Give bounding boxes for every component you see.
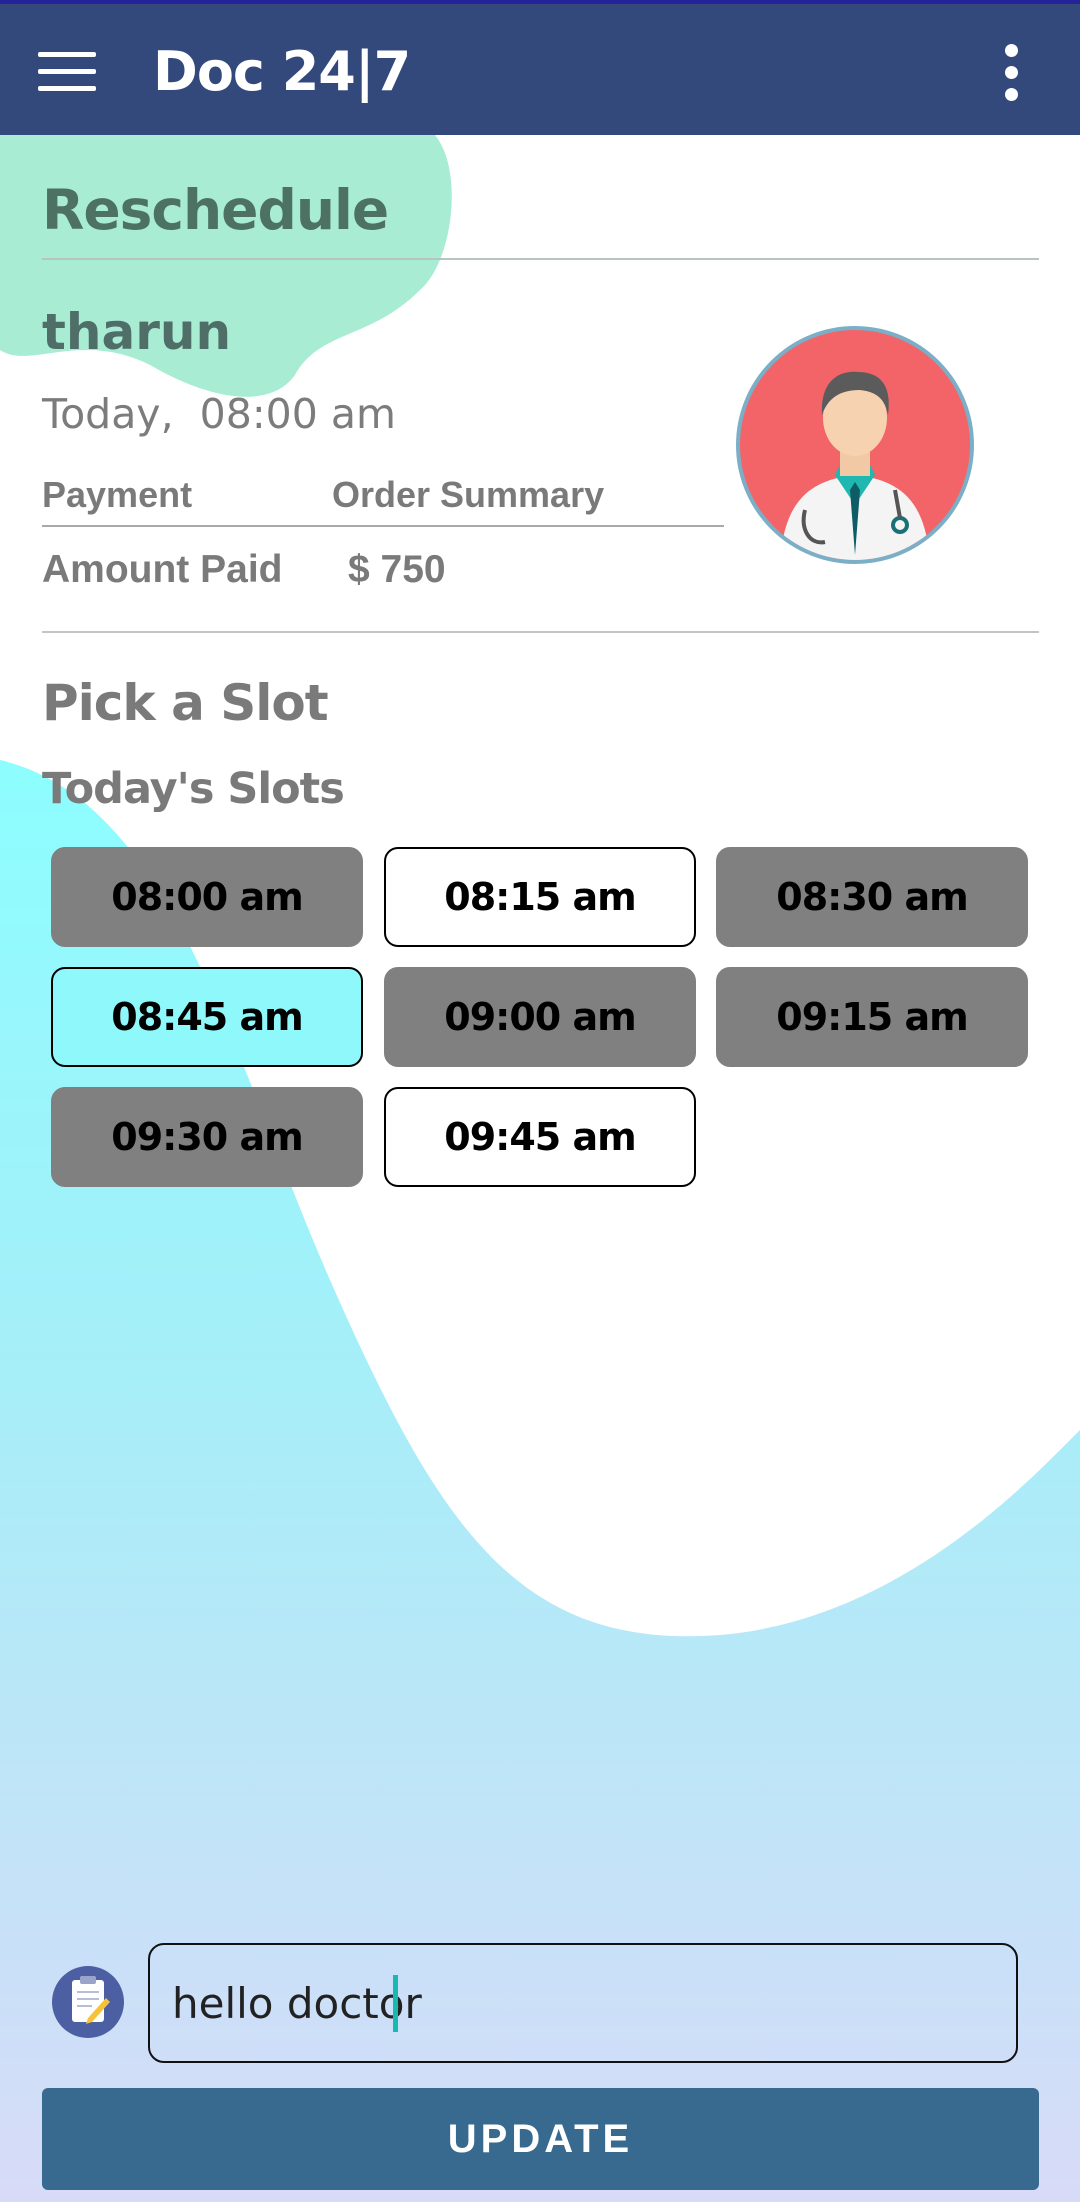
amount-paid-value: $ 750 (348, 548, 446, 591)
doctor-avatar-icon (736, 326, 974, 564)
slot-button[interactable]: 08:15 am (384, 847, 696, 947)
divider (42, 631, 1039, 633)
reschedule-title: Reschedule (42, 178, 389, 242)
slot-button[interactable]: 09:30 am (51, 1087, 363, 1187)
slot-button[interactable]: 09:15 am (716, 967, 1028, 1067)
app-bar: Doc 24|7 (0, 0, 1080, 135)
todays-slots-subtitle: Today's Slots (42, 764, 345, 814)
payment-label: Payment (42, 474, 193, 515)
more-vert-icon[interactable] (1000, 44, 1024, 102)
text-cursor (393, 1975, 398, 2032)
slot-button[interactable]: 09:00 am (384, 967, 696, 1067)
patient-name: tharun (42, 303, 232, 361)
slot-button[interactable]: 08:45 am (51, 967, 363, 1067)
slot-button[interactable]: 08:30 am (716, 847, 1028, 947)
app-title: Doc 24|7 (153, 40, 411, 103)
divider (42, 525, 724, 527)
slot-button[interactable]: 08:00 am (51, 847, 363, 947)
divider (42, 258, 1039, 260)
hamburger-menu-icon[interactable] (38, 52, 96, 92)
amount-paid-label: Amount Paid (42, 548, 283, 591)
clipboard-notes-icon (52, 1966, 124, 2038)
update-button[interactable]: UPDATE (42, 2088, 1039, 2190)
note-input[interactable] (148, 1943, 1018, 2063)
order-summary-label: Order Summary (332, 474, 605, 515)
slot-button[interactable]: 09:45 am (384, 1087, 696, 1187)
reschedule-screen: Reschedule tharun Today, 08:00 am Paymen… (0, 0, 1080, 2202)
pick-a-slot-title: Pick a Slot (42, 674, 329, 732)
appointment-time: Today, 08:00 am (42, 390, 396, 438)
